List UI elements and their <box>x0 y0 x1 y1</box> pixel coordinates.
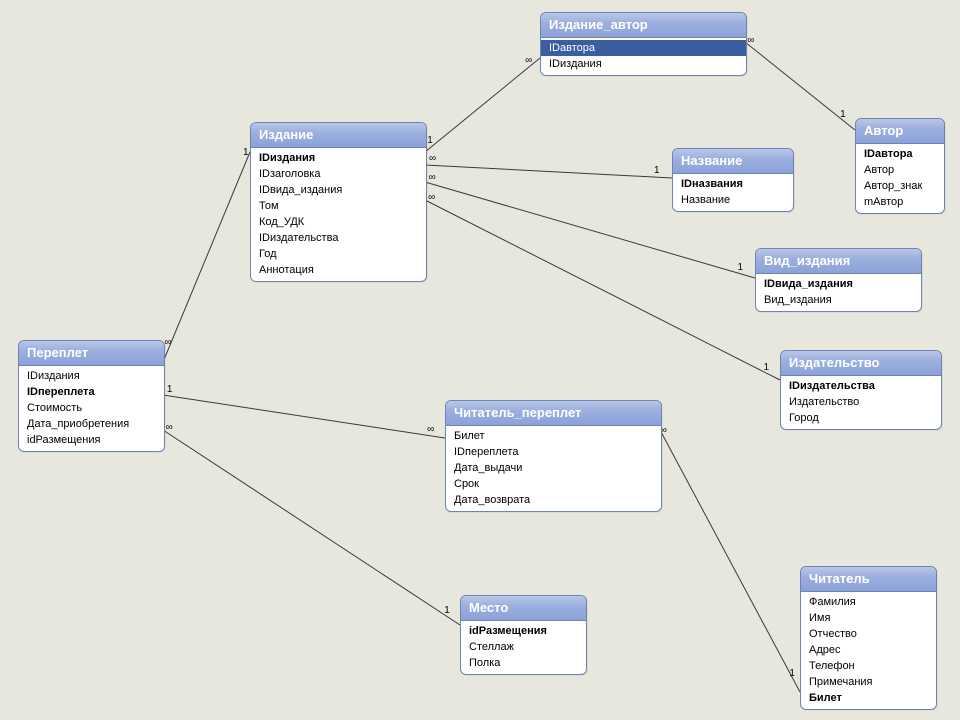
field-row[interactable]: Том <box>251 198 426 214</box>
field-list: ФамилияИмяОтчествоАдресТелефонПримечания… <box>801 592 936 709</box>
table-nazvanie[interactable]: НазваниеIDназванияНазвание <box>672 148 794 212</box>
cardinality-label: ∞ <box>427 424 434 435</box>
field-list: IDназванияНазвание <box>673 174 793 211</box>
cardinality-label: 1 <box>789 668 795 679</box>
table-title[interactable]: Автор <box>856 119 944 144</box>
table-chitatel[interactable]: ЧитательФамилияИмяОтчествоАдресТелефонПр… <box>800 566 937 710</box>
field-list: IDвида_изданияВид_издания <box>756 274 921 311</box>
cardinality-label: ∞ <box>429 172 436 183</box>
field-row[interactable]: Автор <box>856 162 944 178</box>
field-row[interactable]: Название <box>673 192 793 208</box>
cardinality-label: 1 <box>167 384 173 395</box>
field-list: БилетIDпереплетаДата_выдачиСрокДата_возв… <box>446 426 661 511</box>
field-row[interactable]: Город <box>781 410 941 426</box>
field-row[interactable]: IDзаголовка <box>251 166 426 182</box>
field-row[interactable]: IDиздательства <box>251 230 426 246</box>
table-izdanie[interactable]: ИзданиеIDизданияIDзаголовкаIDвида_издани… <box>250 122 427 282</box>
field-row[interactable]: Аннотация <box>251 262 426 278</box>
table-izdatelstvo[interactable]: ИздательствоIDиздательстваИздательствоГо… <box>780 350 942 430</box>
cardinality-label: 1 <box>427 135 433 146</box>
field-row[interactable]: Телефон <box>801 658 936 674</box>
cardinality-label: 1 <box>764 362 770 373</box>
field-row[interactable]: Полка <box>461 655 586 671</box>
field-row[interactable]: IDвида_издания <box>251 182 426 198</box>
field-row[interactable]: Код_УДК <box>251 214 426 230</box>
table-title[interactable]: Издание_автор <box>541 13 746 38</box>
field-row[interactable]: idРазмещения <box>19 432 164 448</box>
field-row[interactable]: Примечания <box>801 674 936 690</box>
table-izdanie_avtor[interactable]: Издание_авторIDавтораIDиздания <box>540 12 747 76</box>
field-row[interactable]: IDавтора <box>541 40 746 56</box>
table-title[interactable]: Название <box>673 149 793 174</box>
field-row[interactable]: IDиздательства <box>781 378 941 394</box>
field-list: IDиздательстваИздательствоГород <box>781 376 941 429</box>
table-title[interactable]: Вид_издания <box>756 249 921 274</box>
field-row[interactable]: Вид_издания <box>756 292 921 308</box>
field-row[interactable]: idРазмещения <box>461 623 586 639</box>
field-row[interactable]: IDавтора <box>856 146 944 162</box>
table-mesto[interactable]: МестоidРазмещенияСтеллажПолка <box>460 595 587 675</box>
field-row[interactable]: Стеллаж <box>461 639 586 655</box>
cardinality-label: ∞ <box>429 153 436 164</box>
field-row[interactable]: Автор_знак <box>856 178 944 194</box>
cardinality-label: 1 <box>738 262 744 273</box>
table-title[interactable]: Переплет <box>19 341 164 366</box>
field-row[interactable]: IDиздания <box>19 368 164 384</box>
field-row[interactable]: Имя <box>801 610 936 626</box>
table-vid_izd[interactable]: Вид_изданияIDвида_изданияВид_издания <box>755 248 922 312</box>
cardinality-label: ∞ <box>525 55 532 66</box>
field-row[interactable]: IDиздания <box>541 56 746 72</box>
field-row[interactable]: Билет <box>446 428 661 444</box>
table-title[interactable]: Издание <box>251 123 426 148</box>
table-title[interactable]: Место <box>461 596 586 621</box>
table-avtor[interactable]: АвторIDавтораАвторАвтор_знакmАвтор <box>855 118 945 214</box>
field-row[interactable]: IDназвания <box>673 176 793 192</box>
cardinality-label: 1 <box>840 109 846 120</box>
field-row[interactable]: Дата_приобретения <box>19 416 164 432</box>
cardinality-label: ∞ <box>166 422 173 433</box>
field-list: IDизданияIDпереплетаСтоимостьДата_приобр… <box>19 366 164 451</box>
cardinality-label: ∞ <box>747 35 754 46</box>
field-row[interactable]: Фамилия <box>801 594 936 610</box>
table-title[interactable]: Читатель <box>801 567 936 592</box>
cardinality-label: 1 <box>654 165 660 176</box>
table-title[interactable]: Читатель_переплет <box>446 401 661 426</box>
cardinality-label: ∞ <box>428 192 435 203</box>
field-list: IDавтораАвторАвтор_знакmАвтор <box>856 144 944 213</box>
field-row[interactable]: Билет <box>801 690 936 706</box>
field-row[interactable]: Стоимость <box>19 400 164 416</box>
field-list: IDавтораIDиздания <box>541 38 746 75</box>
er-diagram-canvas: 1∞1∞∞1∞1∞1∞11∞∞1∞1ПереплетIDизданияIDпер… <box>0 0 960 720</box>
field-row[interactable]: Год <box>251 246 426 262</box>
field-row[interactable]: Издательство <box>781 394 941 410</box>
cardinality-label: 1 <box>243 147 249 158</box>
table-chit_perepl[interactable]: Читатель_переплетБилетIDпереплетаДата_вы… <box>445 400 662 512</box>
cardinality-label: ∞ <box>164 337 171 348</box>
field-row[interactable]: Дата_возврата <box>446 492 661 508</box>
field-row[interactable]: IDиздания <box>251 150 426 166</box>
field-list: IDизданияIDзаголовкаIDвида_изданияТомКод… <box>251 148 426 281</box>
field-row[interactable]: Отчество <box>801 626 936 642</box>
field-row[interactable]: Дата_выдачи <box>446 460 661 476</box>
field-row[interactable]: IDпереплета <box>446 444 661 460</box>
field-row[interactable]: Адрес <box>801 642 936 658</box>
field-row[interactable]: Срок <box>446 476 661 492</box>
cardinality-label: 1 <box>444 605 450 616</box>
table-title[interactable]: Издательство <box>781 351 941 376</box>
field-row[interactable]: IDпереплета <box>19 384 164 400</box>
table-pereplet[interactable]: ПереплетIDизданияIDпереплетаСтоимостьДат… <box>18 340 165 452</box>
field-row[interactable]: mАвтор <box>856 194 944 210</box>
field-list: idРазмещенияСтеллажПолка <box>461 621 586 674</box>
field-row[interactable]: IDвида_издания <box>756 276 921 292</box>
